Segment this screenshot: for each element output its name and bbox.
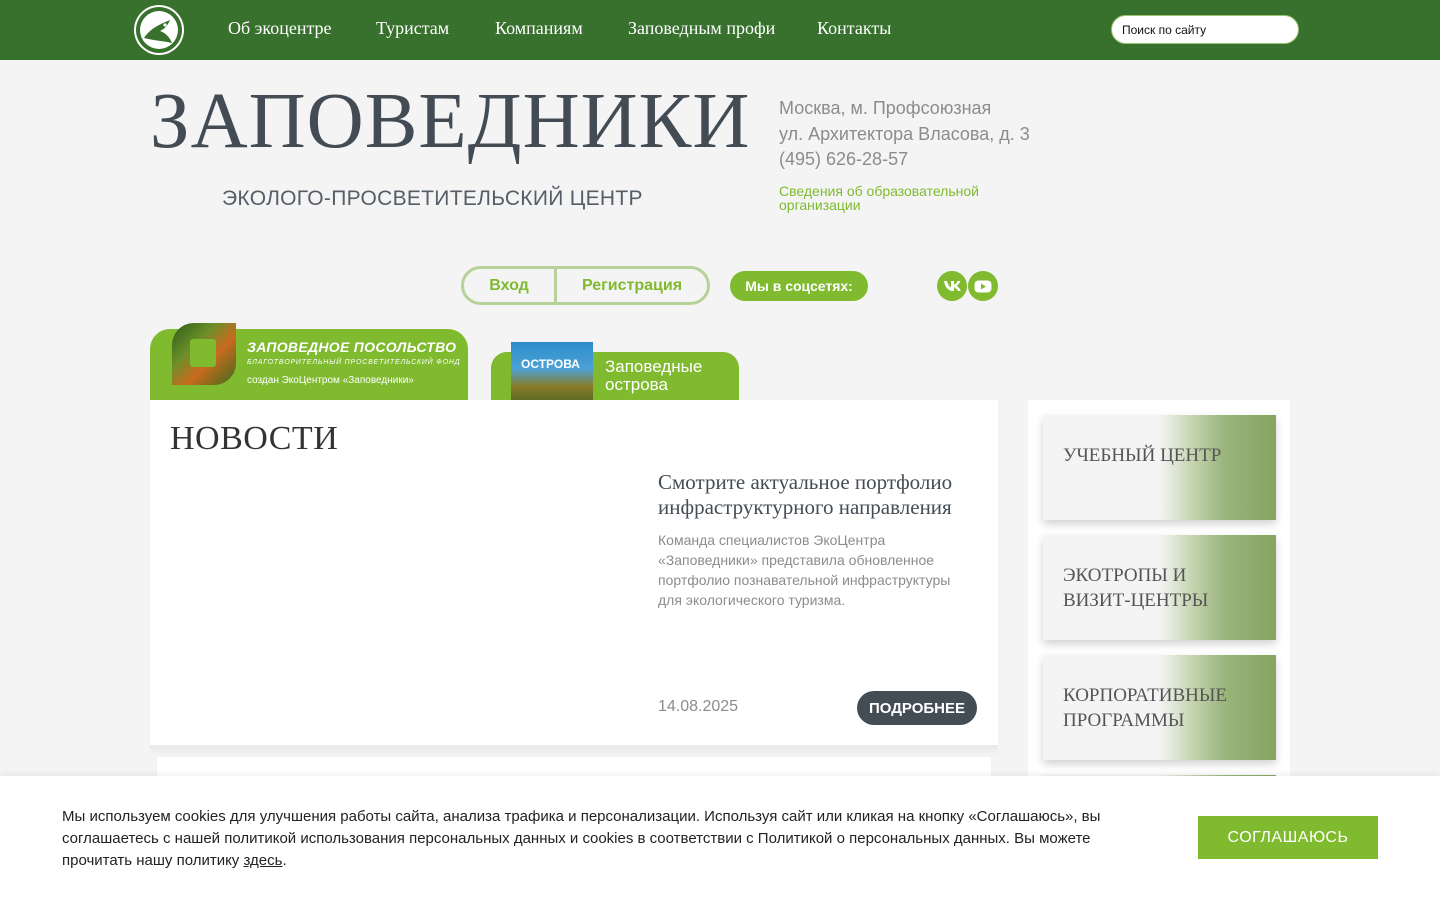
islands-cover-text: ОСТРОВА bbox=[521, 357, 580, 371]
nav-item-tourists[interactable]: Туристам bbox=[376, 18, 449, 39]
nav-item-companies[interactable]: Компаниям bbox=[495, 18, 583, 39]
article-title[interactable]: Смотрите актуальное портфолио инфраструк… bbox=[658, 470, 978, 520]
cookie-policy-link[interactable]: здесь bbox=[243, 852, 282, 869]
cookie-message: Мы используем cookies для улучшения рабо… bbox=[62, 806, 1132, 872]
vk-icon[interactable] bbox=[937, 271, 967, 301]
nav-item-reserve-pros[interactable]: Заповедным профи bbox=[628, 18, 775, 39]
nav-item-about[interactable]: Об экоцентре bbox=[228, 18, 332, 39]
islands-banner-title: Заповедные острова bbox=[605, 357, 703, 394]
sidebar-item-label: ЭКОТРОПЫ И ВИЗИТ-ЦЕНТРЫ bbox=[1063, 565, 1209, 611]
news-card-shadow bbox=[150, 745, 998, 757]
article-date: 14.08.2025 bbox=[658, 698, 739, 715]
auth-buttons: Вход Регистрация bbox=[461, 266, 710, 305]
sidebar-item-eco-trails[interactable]: ЭКОТРОПЫ И ВИЗИТ-ЦЕНТРЫ bbox=[1043, 535, 1276, 640]
login-button[interactable]: Вход bbox=[464, 269, 557, 302]
phone-number[interactable]: (495) 626-28-57 bbox=[779, 149, 908, 170]
embassy-banner-note: создан ЭкоЦентром «Заповедники» bbox=[247, 375, 414, 386]
news-heading: НОВОСТИ bbox=[170, 420, 339, 457]
site-subtitle: ЭКОЛОГО-ПРОСВЕТИТЕЛЬСКИЙ ЦЕНТР bbox=[222, 187, 643, 210]
cookie-text-end: . bbox=[282, 852, 287, 869]
education-info-link[interactable]: Сведения об образовательной организации bbox=[779, 184, 1019, 212]
social-label: Мы в соцсетях: bbox=[730, 271, 868, 301]
sidebar-item-label: УЧЕБНЫЙ ЦЕНТР bbox=[1063, 445, 1222, 466]
cookie-text: Мы используем cookies для улучшения рабо… bbox=[62, 808, 1101, 869]
islands-cover-image: ОСТРОВА bbox=[511, 342, 593, 401]
embassy-banner-title: ЗАПОВЕДНОЕ ПОСОЛЬСТВО bbox=[247, 339, 457, 355]
site-title[interactable]: ЗАПОВЕДНИКИ bbox=[150, 82, 750, 161]
bird-logo-icon[interactable] bbox=[134, 5, 184, 55]
sidebar-item-label: КОРПОРАТИВНЫЕ ПРОГРАММЫ bbox=[1063, 685, 1228, 731]
youtube-icon[interactable] bbox=[968, 271, 998, 301]
search-input[interactable] bbox=[1111, 15, 1299, 44]
sidebar-item-training-center[interactable]: УЧЕБНЫЙ ЦЕНТР bbox=[1043, 415, 1276, 520]
read-more-button[interactable]: ПОДРОБНЕЕ bbox=[857, 691, 977, 725]
register-button[interactable]: Регистрация bbox=[557, 269, 707, 302]
nav-item-contacts[interactable]: Контакты bbox=[817, 18, 891, 39]
article-excerpt: Команда специалистов ЭкоЦентра «Заповедн… bbox=[658, 532, 951, 608]
accept-cookies-button[interactable]: СОГЛАШАЮСЬ bbox=[1198, 816, 1378, 859]
embassy-banner-subtitle: БЛАГОТВОРИТЕЛЬНЫЙ ПРОСВЕТИТЕЛЬСКИЙ ФОНД bbox=[247, 359, 461, 366]
sidebar-item-corporate[interactable]: КОРПОРАТИВНЫЕ ПРОГРАММЫ bbox=[1043, 655, 1276, 760]
address-line-1: Москва, м. Профсоюзная bbox=[779, 98, 992, 118]
address-line-2: ул. Архитектора Власова, д. 3 bbox=[779, 124, 1030, 144]
embassy-logo-image bbox=[172, 323, 236, 385]
